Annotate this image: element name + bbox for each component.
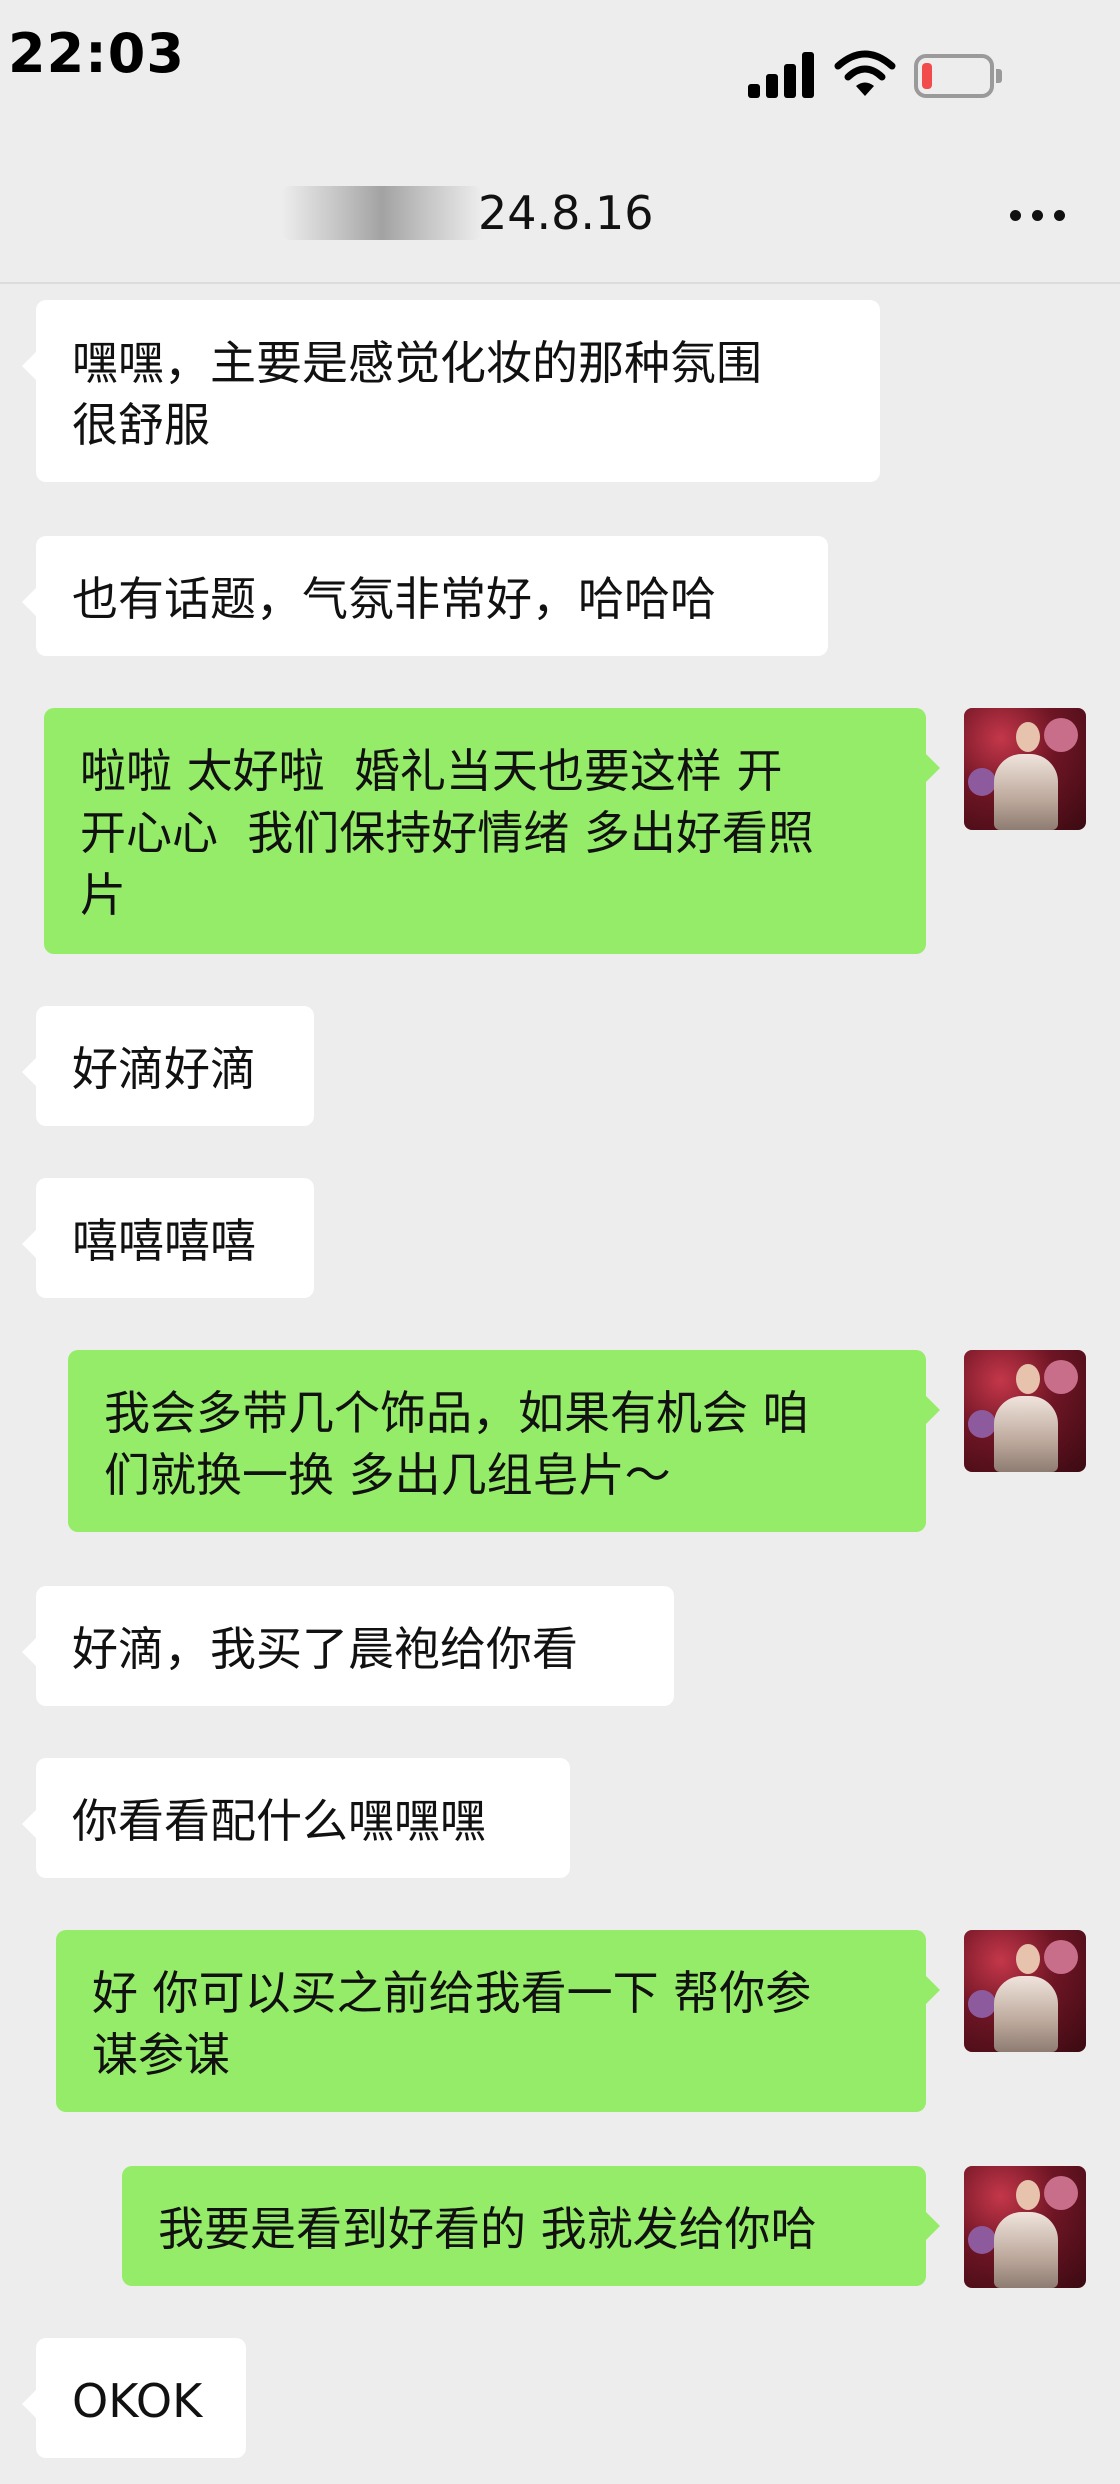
message-bubble-incoming[interactable]: 你看看配什么嘿嘿嘿 — [22, 1758, 570, 1878]
message-bubble-incoming[interactable]: 也有话题，气氛非常好，哈哈哈 — [22, 536, 828, 656]
message-bubble-incoming[interactable]: 嘻嘻嘻嘻 — [22, 1178, 314, 1298]
message-bubble-incoming[interactable]: 好滴好滴 — [22, 1006, 314, 1126]
message-bubble-incoming[interactable]: OKOK — [22, 2338, 246, 2458]
message-bubble-outgoing[interactable]: 啦啦 太好啦 婚礼当天也要这样 开 开心心 我们保持好情绪 多出好看照 片 — [44, 708, 940, 954]
status-time: 22:03 — [8, 22, 185, 85]
cellular-signal-icon — [748, 52, 816, 98]
battery-icon — [914, 54, 1004, 98]
user-avatar[interactable] — [964, 2166, 1086, 2288]
message-bubble-outgoing[interactable]: 我会多带几个饰品，如果有机会 咱 们就换一换 多出几组皂片～ — [68, 1350, 940, 1532]
message-bubble-incoming[interactable]: 好滴，我买了晨袍给你看 — [22, 1586, 674, 1706]
status-bar: 22:03 — [0, 0, 1120, 120]
wifi-icon — [834, 50, 896, 96]
user-avatar[interactable] — [964, 1350, 1086, 1472]
user-avatar[interactable] — [964, 708, 1086, 830]
chat-title: 24.8.16 — [478, 186, 654, 240]
chat-header: 24.8.16 — [0, 120, 1120, 284]
message-bubble-outgoing[interactable]: 好 你可以买之前给我看一下 帮你参 谋参谋 — [56, 1930, 940, 2112]
message-bubble-outgoing[interactable]: 我要是看到好看的 我就发给你哈 — [122, 2166, 940, 2286]
message-bubble-incoming[interactable]: 嘿嘿，主要是感觉化妆的那种氛围 很舒服 — [22, 300, 880, 482]
blurred-contact-name — [282, 186, 482, 240]
user-avatar[interactable] — [964, 1930, 1086, 2052]
more-options-icon[interactable] — [1010, 210, 1066, 222]
